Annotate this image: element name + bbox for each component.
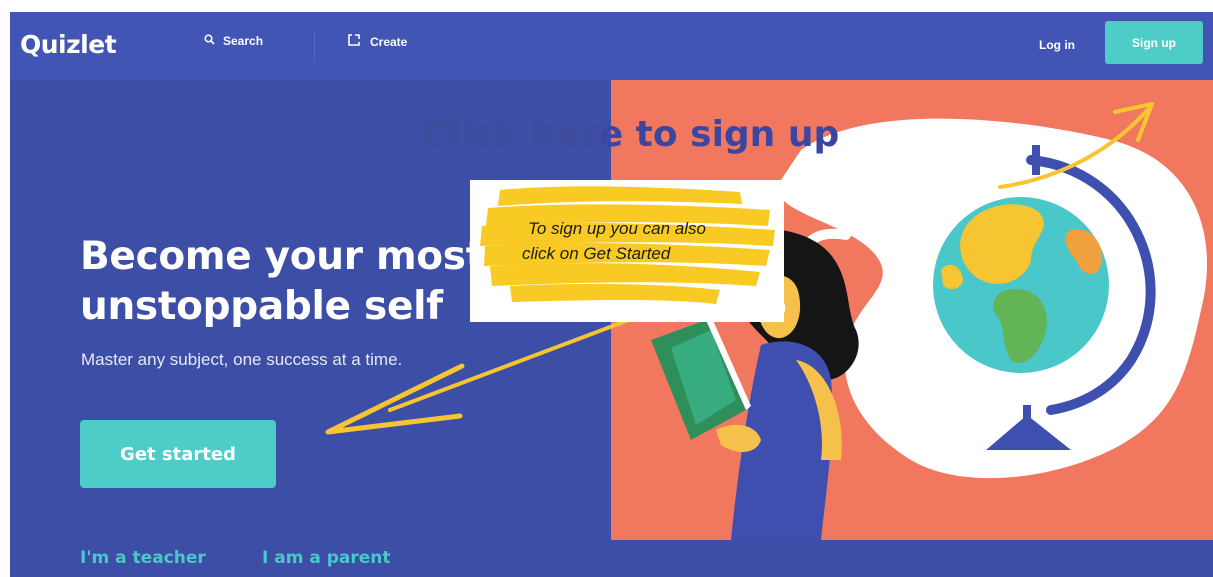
create-icon <box>348 34 361 49</box>
nav-search-button[interactable]: Search <box>204 34 263 48</box>
callout-line-1: To sign up you can also <box>528 219 706 238</box>
quizlet-homepage: Quizlet Search Create Log in Sign up Bec… <box>10 12 1213 577</box>
annotation-heading-visible: e to sign up <box>598 114 840 155</box>
signup-button[interactable]: Sign up <box>1105 21 1203 64</box>
login-link[interactable]: Log in <box>1039 38 1075 52</box>
nav-divider <box>314 30 315 62</box>
teacher-link[interactable]: I'm a teacher <box>80 548 206 568</box>
illustration-footer <box>611 540 1213 577</box>
top-nav: Quizlet Search Create Log in Sign up <box>10 12 1213 80</box>
callout-line-2: click on Get Started <box>522 244 671 263</box>
callout-text: To sign up you can also click on Get Sta… <box>522 216 772 266</box>
parent-link[interactable]: I am a parent <box>262 548 391 568</box>
hero-subtitle: Master any subject, one success at a tim… <box>81 350 403 369</box>
annotation-heading: Click here to sign up <box>422 114 839 155</box>
nav-search-label: Search <box>223 34 264 48</box>
quizlet-logo[interactable]: Quizlet <box>20 30 117 59</box>
nav-create-button[interactable]: Create <box>348 34 407 49</box>
nav-create-label: Create <box>370 34 408 49</box>
get-started-button[interactable]: Get started <box>80 420 276 488</box>
search-icon <box>204 34 215 48</box>
annotation-callout: To sign up you can also click on Get Sta… <box>470 180 784 322</box>
annotation-heading-faded: Click her <box>422 114 599 155</box>
